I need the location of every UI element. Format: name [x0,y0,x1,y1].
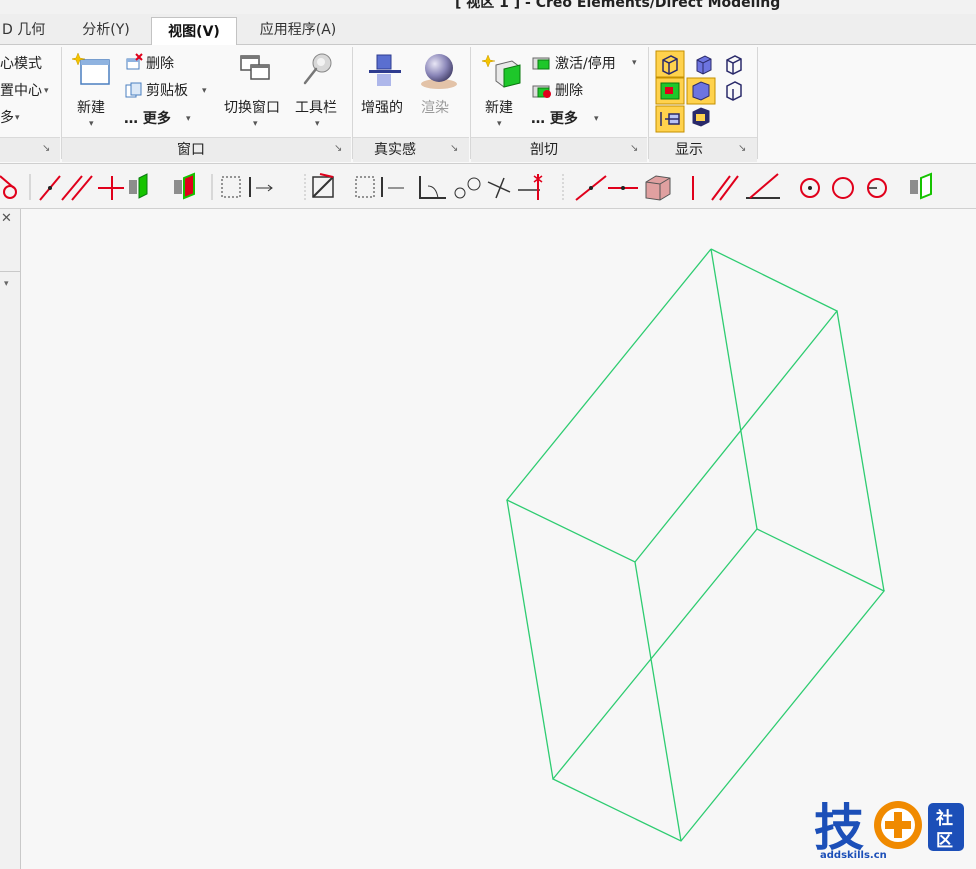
window-title: [ 视区 1 ] - Creo Elements/Direct Modeling [455,0,781,11]
chevron-down-icon: ▾ [89,119,94,129]
chevron-down-icon: ▾ [15,113,20,123]
chevron-down-icon: ▾ [202,86,207,96]
tab-view[interactable]: 视图(V) [151,17,237,46]
window-group-label: 窗口 [177,142,205,158]
dialog-launcher-icon[interactable]: ↘ [630,143,638,154]
tab-analysis[interactable]: 分析(Y) [70,16,142,44]
center-mode-button[interactable]: 心模式 [0,53,42,73]
enhanced-realism-button[interactable]: 增强的 [361,97,403,117]
distance-box-icon[interactable] [355,176,404,198]
wireframe-edge [506,499,554,780]
group-footer [471,137,647,162]
chevron-down-icon: ▾ [186,114,191,124]
parallel-line-icon[interactable] [61,175,93,201]
split-icon[interactable] [518,174,543,200]
chevron-down-icon: ▾ [594,114,599,124]
svg-text:社: 社 [935,808,953,829]
distance-icon[interactable] [221,176,273,198]
group-footer [62,137,351,162]
delete-section-icon [532,85,551,98]
chevron-down-icon: ▾ [253,119,258,129]
new-window-button[interactable]: 新建 [77,97,105,117]
new-section-icon[interactable] [482,53,524,89]
watermark-url: addskills.cn [820,850,887,861]
angle-line-icon[interactable] [746,173,780,199]
geometry-toolbar [0,164,976,209]
tab-applications[interactable]: 应用程序(A) [240,16,356,44]
circle-center-icon[interactable] [800,178,820,198]
wireframe-back-face [505,248,839,563]
delete-section-button[interactable]: 删除 [555,80,583,100]
side-panel: ✕ ▾ [0,209,21,869]
display-mode-grid[interactable] [655,50,755,134]
circle-pair-icon[interactable] [454,177,481,199]
pushpin-icon [303,53,332,85]
chevron-down-icon: ▾ [315,119,320,129]
diagonal-box-icon[interactable] [312,173,334,198]
window-more-button[interactable]: … 更多 [124,108,171,128]
new-section-button[interactable]: 新建 [485,97,513,117]
chevron-down-icon: ▾ [632,58,637,68]
dialog-launcher-icon[interactable]: ↘ [42,143,50,154]
angle-icon[interactable] [419,176,446,199]
switch-window-button[interactable]: 切换窗口 [224,97,280,117]
box-icon[interactable] [645,175,671,201]
delete-window-icon [126,53,143,70]
chevron-down-icon[interactable]: ▾ [4,279,9,289]
face-offset-red-icon[interactable] [174,172,195,200]
svg-text:技: 技 [814,799,864,857]
group-footer [0,137,60,162]
chevron-down-icon: ▾ [44,86,49,96]
tab-3d-geometry[interactable]: D 几何 [0,16,64,44]
chevron-down-icon: ▾ [497,119,502,129]
enhanced-realism-icon [369,54,401,86]
switch-window-icon [240,55,270,80]
set-center-button[interactable]: 置中心 [0,80,42,100]
section-group-label: 剖切 [530,142,558,158]
delete-window-button[interactable]: 删除 [146,53,174,73]
panel-divider [0,271,20,272]
trim-icon[interactable] [487,177,511,199]
wireframe-edge [710,248,758,530]
ribbon-tab-bar: D 几何 分析(Y) 视图(V) 应用程序(A) [0,14,976,46]
perpendicular-line-icon[interactable] [98,176,124,200]
section-more-button[interactable]: … 更多 [531,108,578,128]
ribbon: 心模式 置中心 ▾ 多 ▾ ↘ 新建 ▾ 删除 剪贴板 ▾ … 更多 ▾ 切换窗… [0,45,976,164]
dialog-launcher-icon[interactable]: ↘ [450,143,458,154]
window-title-bar: [ 视区 1 ] - Creo Elements/Direct Modeling [0,0,976,14]
3d-viewport[interactable] [21,209,976,869]
close-icon[interactable]: ✕ [1,211,12,226]
face-offset-green-icon[interactable] [910,172,932,200]
dialog-launcher-icon[interactable]: ↘ [738,143,746,154]
more-options-button[interactable]: 多 [0,107,14,127]
render-sphere-icon [421,54,457,89]
render-button[interactable]: 渲染 [421,97,449,117]
axis-line-icon[interactable] [575,175,607,201]
clipboard-icon [125,82,142,98]
clipboard-button[interactable]: 剪贴板 [146,80,188,100]
new-window-icon[interactable] [72,51,112,87]
toolbar-button[interactable]: 工具栏 [295,97,337,117]
arc-line-icon[interactable] [0,175,17,199]
svg-text:区: 区 [936,831,953,851]
wireframe-canvas [505,248,886,842]
activate-section-icon [532,57,550,70]
toolbar-icons [0,172,932,201]
face-offset-icon[interactable] [129,173,148,199]
wireframe-edge [634,561,682,842]
circle-icon[interactable] [832,177,854,199]
horizontal-line-icon[interactable] [608,186,638,190]
wireframe-edge [836,310,885,592]
line-icon[interactable] [39,175,61,201]
parallel-axis-icon[interactable] [711,175,739,201]
group-divider [757,47,758,159]
dialog-launcher-icon[interactable]: ↘ [334,143,342,154]
activate-deactivate-button[interactable]: 激活/停用 [555,53,616,73]
realism-group-label: 真实感 [374,142,416,158]
display-group-label: 显示 [675,142,703,158]
circle-tangent-icon[interactable] [867,178,887,198]
